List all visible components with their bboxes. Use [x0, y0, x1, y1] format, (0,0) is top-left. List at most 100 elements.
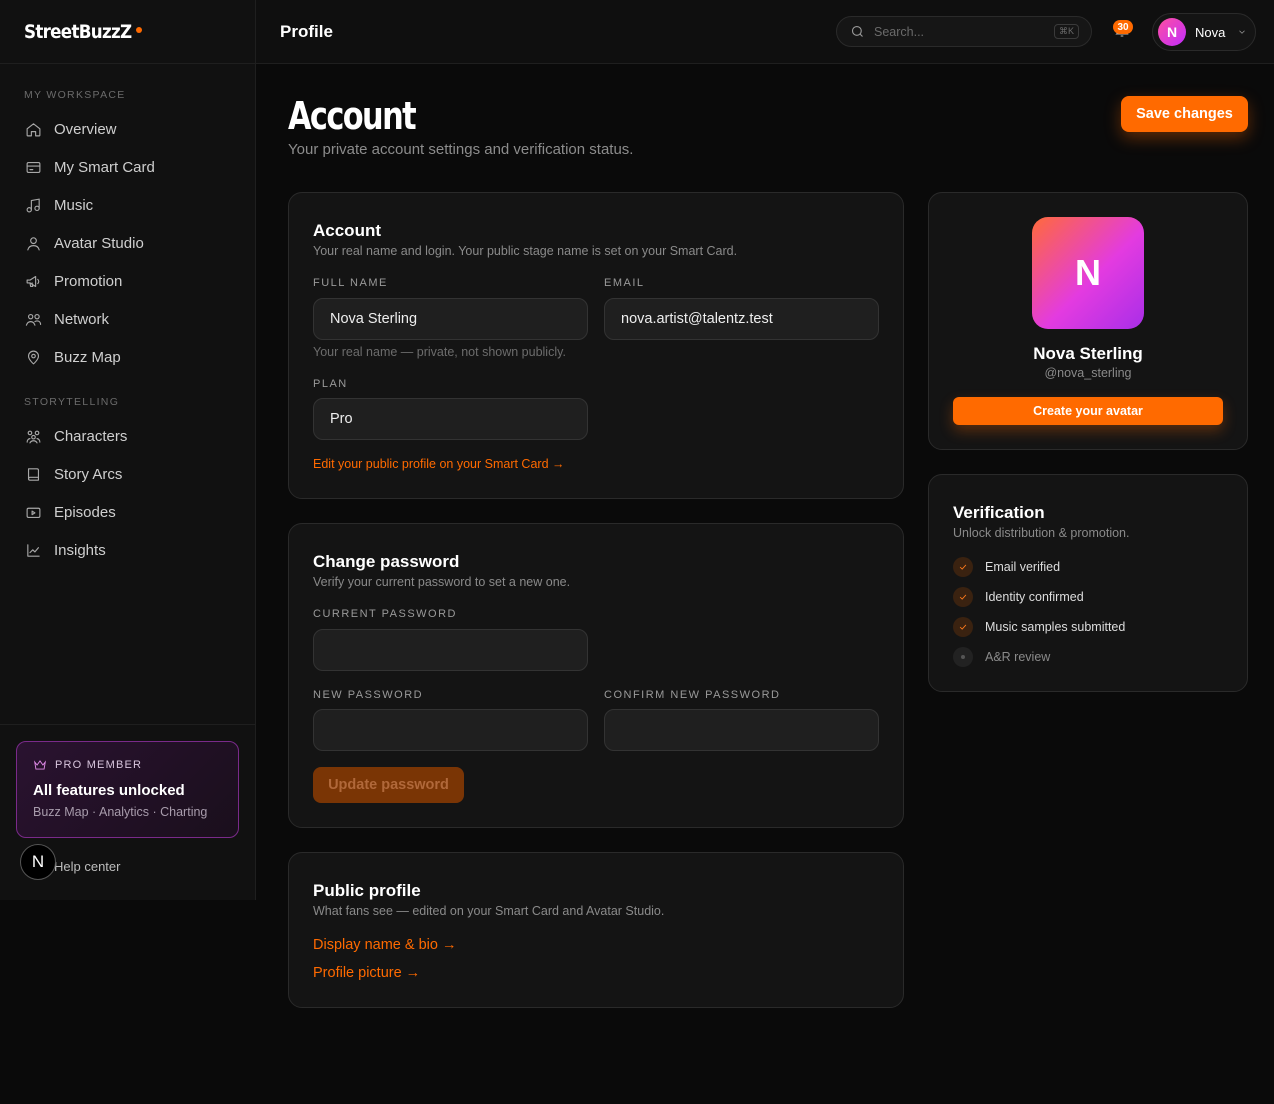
sidebar-item-label: Avatar Studio: [54, 234, 144, 252]
crown-icon: [33, 760, 47, 770]
sidebar-item-label: Story Arcs: [54, 465, 123, 483]
help-center-link[interactable]: Help center: [54, 859, 120, 874]
search-input[interactable]: [874, 24, 1049, 39]
email-label: EMAIL: [604, 277, 645, 289]
password-card-desc: Verify your current password to set a ne…: [313, 575, 571, 589]
brand-dot: [136, 26, 143, 33]
search-icon: [851, 25, 863, 37]
sidebar-item-label: My Smart Card: [54, 158, 155, 176]
sidebar-item-insights[interactable]: Insights: [0, 531, 255, 569]
user-name: Nova: [1195, 24, 1226, 40]
music-icon: [24, 196, 42, 214]
check-icon: [953, 557, 973, 577]
full-name-label: FULL NAME: [313, 277, 388, 289]
sidebar: StreetBuzzZ MY WORKSPACE Overview My Sma…: [0, 0, 256, 900]
account-card-desc: Your real name and login. Your public st…: [313, 244, 738, 258]
display-name-bio-link[interactable]: Display name & bio →: [313, 937, 456, 953]
pending-dot-icon: [953, 647, 973, 667]
change-password-card: Change password Verify your current pass…: [288, 523, 904, 828]
verification-item-label: A&R review: [985, 650, 1051, 664]
network-icon: [24, 310, 42, 328]
user-menu[interactable]: N Nova: [1152, 13, 1256, 51]
sidebar-item-characters[interactable]: Characters: [0, 417, 255, 455]
sidebar-item-story-arcs[interactable]: Story Arcs: [0, 455, 255, 493]
check-icon: [953, 617, 973, 637]
profile-handle: @nova_sterling: [1044, 366, 1132, 380]
sidebar-item-label: Characters: [54, 427, 128, 445]
verification-card: Verification Unlock distribution & promo…: [928, 474, 1248, 692]
pro-badge: PRO MEMBER: [33, 758, 222, 772]
plan-label: PLAN: [313, 378, 348, 390]
n-badge[interactable]: N: [20, 844, 56, 880]
sidebar-item-label: Network: [54, 310, 110, 328]
sidebar-item-label: Promotion: [54, 272, 123, 290]
search-bar[interactable]: ⌘K: [836, 16, 1092, 47]
verification-item: A&R review: [953, 647, 1050, 667]
sidebar-item-label: Music: [54, 196, 94, 214]
check-icon: [953, 587, 973, 607]
verification-item: Email verified: [953, 557, 1060, 577]
current-password-field[interactable]: [313, 629, 588, 671]
storytelling-nav: Characters Story Arcs Episodes Insights: [0, 417, 255, 569]
verification-item: Identity confirmed: [953, 587, 1084, 607]
email-field[interactable]: [604, 298, 879, 340]
breadcrumb: Profile: [280, 22, 333, 41]
plan-field[interactable]: [313, 398, 588, 440]
sidebar-item-episodes[interactable]: Episodes: [0, 493, 255, 531]
full-name-hint: Your real name — private, not shown publ…: [313, 345, 566, 359]
sidebar-item-buzz-map[interactable]: Buzz Map: [0, 338, 255, 376]
page-title: Account: [288, 94, 417, 138]
sidebar-item-label: Insights: [54, 541, 106, 559]
update-password-button[interactable]: Update password: [313, 767, 464, 803]
sidebar-item-promotion[interactable]: Promotion: [0, 262, 255, 300]
password-card-title: Change password: [313, 552, 460, 571]
pro-subtitle: Buzz Map · Analytics · Charting: [33, 805, 208, 819]
verification-item-label: Music samples submitted: [985, 620, 1126, 634]
map-pin-icon: [24, 348, 42, 366]
current-password-label: CURRENT PASSWORD: [313, 608, 457, 620]
confirm-password-label: CONFIRM NEW PASSWORD: [604, 689, 781, 701]
pro-member-card[interactable]: PRO MEMBER All features unlocked Buzz Ma…: [16, 741, 239, 838]
characters-icon: [24, 427, 42, 445]
full-name-field[interactable]: [313, 298, 588, 340]
page-subtitle: Your private account settings and verifi…: [288, 141, 634, 158]
profile-summary-card: N Nova Sterling @nova_sterling Create yo…: [928, 192, 1248, 450]
megaphone-icon: [24, 272, 42, 290]
profile-picture-link[interactable]: Profile picture →: [313, 965, 420, 981]
workspace-section-label: MY WORKSPACE: [24, 89, 126, 101]
confirm-password-field[interactable]: [604, 709, 879, 751]
sidebar-item-music[interactable]: Music: [0, 186, 255, 224]
save-changes-button[interactable]: Save changes: [1121, 96, 1248, 132]
sidebar-item-smart-card[interactable]: My Smart Card: [0, 148, 255, 186]
episodes-icon: [24, 503, 42, 521]
avatar: N: [1032, 217, 1144, 329]
verification-item-label: Identity confirmed: [985, 590, 1084, 604]
brand[interactable]: StreetBuzzZ: [0, 0, 255, 64]
chevron-down-icon: [1239, 30, 1246, 34]
pro-badge-label: PRO MEMBER: [55, 759, 143, 771]
public-card-desc: What fans see — edited on your Smart Car…: [313, 904, 665, 918]
top-header: Profile ⌘K 30 N Nova: [256, 0, 1274, 64]
verification-desc: Unlock distribution & promotion.: [953, 526, 1130, 540]
create-avatar-button[interactable]: Create your avatar: [953, 397, 1223, 425]
verification-title: Verification: [953, 503, 1045, 522]
profile-name: Nova Sterling: [1033, 344, 1143, 363]
sidebar-item-label: Overview: [54, 120, 117, 138]
verification-item-label: Email verified: [985, 560, 1061, 574]
account-card: Account Your real name and login. Your p…: [288, 192, 904, 499]
new-password-field[interactable]: [313, 709, 588, 751]
notification-count-badge: 30: [1113, 20, 1133, 34]
book-icon: [24, 465, 42, 483]
workspace-nav: Overview My Smart Card Music Avatar Stud…: [0, 110, 255, 376]
sidebar-divider: [0, 724, 255, 725]
verification-item: Music samples submitted: [953, 617, 1125, 637]
brand-logo[interactable]: StreetBuzzZ: [24, 21, 132, 43]
pro-title: All features unlocked: [33, 782, 185, 799]
sidebar-item-avatar-studio[interactable]: Avatar Studio: [0, 224, 255, 262]
new-password-label: NEW PASSWORD: [313, 689, 424, 701]
sidebar-item-network[interactable]: Network: [0, 300, 255, 338]
edit-smart-card-link[interactable]: Edit your public profile on your Smart C…: [313, 457, 565, 471]
public-profile-card: Public profile What fans see — edited on…: [288, 852, 904, 1008]
account-card-title: Account: [313, 221, 381, 240]
sidebar-item-overview[interactable]: Overview: [0, 110, 255, 148]
